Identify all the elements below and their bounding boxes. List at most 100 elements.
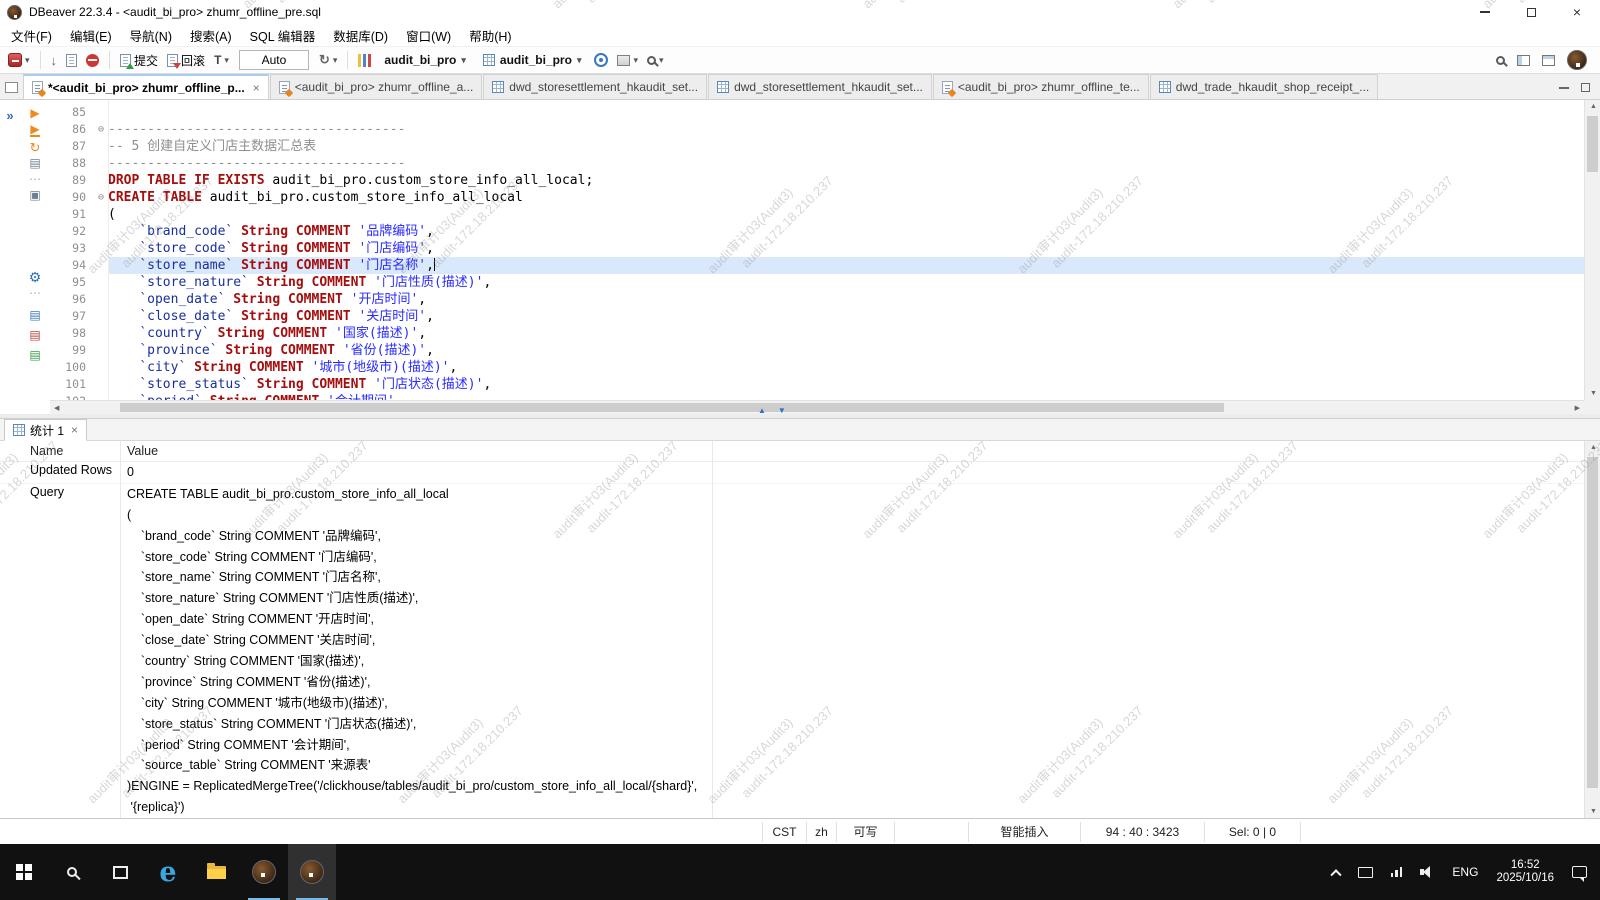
result-row[interactable]: QueryCREATE TABLE audit_bi_pro.custom_st… — [0, 484, 1584, 818]
taskbar-clock[interactable]: 16:52 2025/10/16 — [1487, 844, 1563, 900]
restore-panel-icon[interactable]: » — [6, 108, 13, 123]
collapse-down-icon[interactable]: ▼ — [778, 406, 786, 415]
layout-icon[interactable] — [1542, 55, 1555, 66]
statistics-tab[interactable]: 统计 1 × — [4, 419, 87, 441]
network-tray-button[interactable] — [1382, 844, 1412, 900]
search-icon[interactable] — [1496, 56, 1505, 65]
search-menu-button[interactable]: ▾ — [644, 53, 667, 68]
menu-item[interactable]: 窗口(W) — [397, 24, 460, 46]
display-tray-button[interactable] — [1349, 844, 1382, 900]
code-line[interactable]: 89DROP TABLE IF EXISTS audit_bi_pro.cust… — [50, 172, 1584, 189]
code-line[interactable]: 99 `province` String COMMENT '省份(描述)', — [50, 342, 1584, 359]
task-view-button[interactable] — [96, 844, 144, 900]
connection-color-button[interactable] — [355, 52, 374, 69]
transaction-mode-button[interactable]: T ▾ — [211, 51, 232, 69]
navigator-button[interactable] — [591, 51, 611, 69]
taskbar-search-button[interactable] — [48, 844, 96, 900]
scroll-up-icon[interactable]: ▲ — [1590, 103, 1597, 110]
editor-tab[interactable]: dwd_storesettlement_hkaudit_set... — [483, 74, 707, 99]
scroll-down-icon[interactable]: ▼ — [1590, 808, 1597, 815]
language-indicator[interactable]: ENG — [1443, 844, 1487, 900]
scroll-up-icon[interactable]: ▲ — [1590, 444, 1597, 451]
menu-item[interactable]: SQL 编辑器 — [241, 24, 325, 46]
disconnect-button[interactable] — [83, 52, 102, 69]
collapse-up-icon[interactable]: ▲ — [758, 406, 766, 415]
menu-item[interactable]: 搜索(A) — [181, 24, 241, 46]
volume-tray-button[interactable] — [1411, 844, 1443, 900]
explain-plan-icon[interactable]: ▤ — [29, 158, 40, 169]
editor-tab[interactable]: <audit_bi_pro> zhumr_offline_te... — [933, 74, 1149, 99]
output-panel-button[interactable]: ▾ — [614, 53, 641, 68]
scrollbar-thumb[interactable] — [120, 403, 1224, 412]
code-line[interactable]: 91( — [50, 206, 1584, 223]
code-line[interactable]: 97 `close_date` String COMMENT '关店时间', — [50, 308, 1584, 325]
code-line[interactable]: 96 `open_date` String COMMENT '开店时间', — [50, 291, 1584, 308]
editor-tab[interactable]: <audit_bi_pro> zhumr_offline_a... — [270, 74, 483, 99]
results-vertical-scrollbar[interactable]: ▲ ▼ — [1584, 441, 1600, 818]
maximize-view-icon[interactable] — [1581, 83, 1590, 92]
console-icon[interactable]: ▣ — [29, 190, 40, 201]
auto-commit-select[interactable]: Auto — [239, 50, 309, 70]
refresh-button[interactable]: ↻ ▾ — [316, 50, 340, 70]
code-line[interactable]: 101 `store_status` String COMMENT '门店状态(… — [50, 376, 1584, 393]
editor-tab[interactable]: dwd_storesettlement_hkaudit_set... — [708, 74, 932, 99]
scroll-left-icon[interactable]: ◀ — [54, 404, 59, 412]
close-button[interactable]: × — [1554, 0, 1600, 24]
minimize-button[interactable] — [1462, 0, 1508, 24]
column-header-name[interactable]: Name — [0, 444, 120, 458]
perspective-icon[interactable] — [1517, 55, 1530, 66]
menu-item[interactable]: 编辑(E) — [61, 24, 121, 46]
editor-vertical-scrollbar[interactable]: ▲ ▼ — [1584, 100, 1600, 400]
code-line[interactable]: 98 `country` String COMMENT '国家(描述)', — [50, 325, 1584, 342]
menu-item[interactable]: 导航(N) — [121, 24, 181, 46]
editor-tab[interactable]: dwd_trade_hkaudit_shop_receipt_... — [1150, 74, 1378, 99]
code-line[interactable]: 90⊖CREATE TABLE audit_bi_pro.custom_stor… — [50, 189, 1584, 206]
execute-statement-icon[interactable]: ▶ — [30, 108, 39, 119]
code-line[interactable]: 92 `brand_code` String COMMENT '品牌编码', — [50, 223, 1584, 240]
notification-center-button[interactable] — [1563, 844, 1600, 900]
code-line[interactable]: 88-------------------------------------- — [50, 155, 1584, 172]
script-file-icon[interactable]: ▤ — [29, 350, 40, 361]
code-line[interactable]: 87-- 5 创建自定义门店主数据汇总表 — [50, 138, 1584, 155]
sql-editor[interactable]: 8586⊖-----------------------------------… — [50, 100, 1600, 414]
tab-close-icon[interactable]: × — [253, 81, 260, 95]
scrollbar-thumb[interactable] — [1587, 457, 1598, 788]
scroll-right-icon[interactable]: ▶ — [1575, 404, 1580, 412]
tab-close-icon[interactable]: × — [71, 423, 78, 437]
scroll-down-icon[interactable]: ▼ — [1590, 390, 1597, 397]
edge-browser-button[interactable]: e — [144, 844, 192, 900]
rollback-button[interactable]: 回滚 — [164, 50, 208, 71]
hidden-icons-button[interactable] — [1323, 844, 1349, 900]
result-row[interactable]: Updated Rows0 — [0, 462, 1584, 484]
code-line[interactable]: 93 `store_code` String COMMENT '门店编码', — [50, 240, 1584, 257]
maximize-button[interactable] — [1508, 0, 1554, 24]
save-file-icon[interactable]: ▤ — [29, 330, 40, 341]
menu-item[interactable]: 帮助(H) — [460, 24, 520, 46]
menu-item[interactable]: 文件(F) — [2, 24, 61, 46]
file-explorer-button[interactable] — [192, 844, 240, 900]
editor-area-icon[interactable] — [5, 82, 18, 93]
start-button[interactable] — [0, 844, 48, 900]
code-line[interactable]: 102 `period` String COMMENT '会计期间', — [50, 393, 1584, 400]
commit-button[interactable]: 提交 — [117, 50, 161, 71]
code-line[interactable]: 95 `store_nature` String COMMENT '门店性质(描… — [50, 274, 1584, 291]
open-connection-button[interactable]: ▾ — [5, 51, 33, 69]
connection-selector[interactable]: audit_bi_pro ▾ — [377, 51, 473, 69]
status-cursor-position[interactable]: 94 : 40 : 3423 — [1080, 822, 1204, 842]
menu-item[interactable]: 数据库(D) — [324, 24, 397, 46]
code-line[interactable]: 100 `city` String COMMENT '城市(地级市)(描述)', — [50, 359, 1584, 376]
open-file-icon[interactable]: ▤ — [29, 310, 40, 321]
scrollbar-thumb[interactable] — [1587, 116, 1598, 172]
fold-marker[interactable]: ⊖ — [94, 121, 108, 138]
fold-marker[interactable]: ⊖ — [94, 189, 108, 206]
code-line[interactable]: 94 `store_name` String COMMENT '门店名称', — [50, 257, 1584, 274]
column-header-value[interactable]: Value — [120, 444, 158, 458]
minimize-view-icon[interactable] — [1559, 87, 1569, 89]
code-line[interactable]: 86⊖-------------------------------------… — [50, 121, 1584, 138]
database-selector[interactable]: audit_bi_pro ▾ — [476, 51, 589, 69]
fetch-down-icon[interactable]: ↓ — [48, 51, 61, 70]
editor-horizontal-scrollbar[interactable]: ◀ ▶ — [50, 400, 1584, 414]
editor-tab[interactable]: *<audit_bi_pro> zhumr_offline_p...× — [23, 74, 269, 99]
execute-script-icon[interactable]: ▶ — [30, 124, 39, 137]
settings-gear-icon[interactable]: ⚙ — [29, 272, 42, 283]
